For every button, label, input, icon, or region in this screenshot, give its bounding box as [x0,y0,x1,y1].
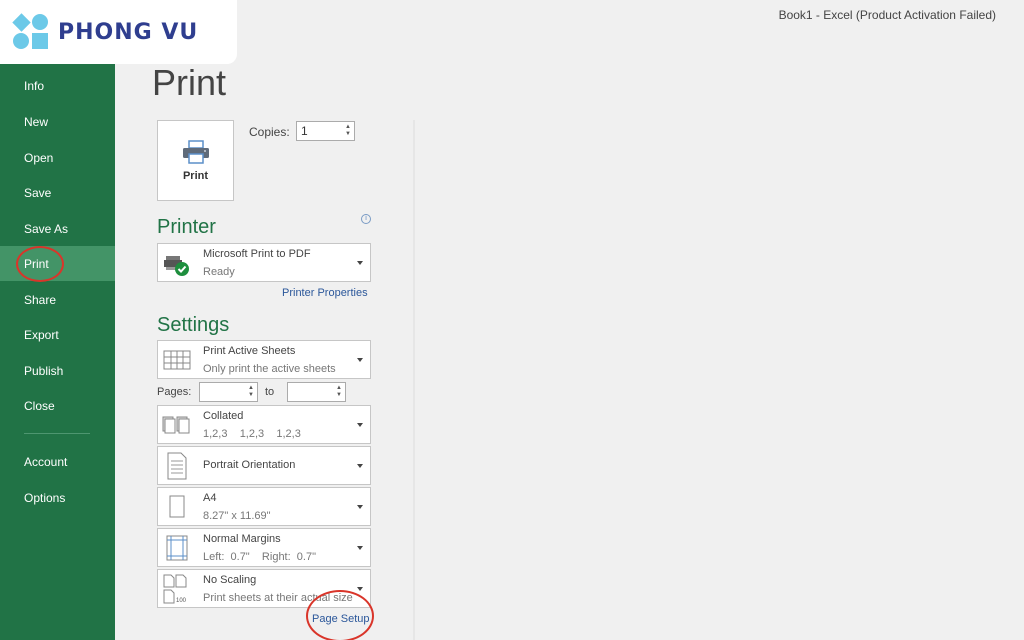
paper-size-dropdown[interactable]: A4 8.27" x 11.69" [157,487,371,526]
window-title: Book1 - Excel (Product Activation Failed… [778,8,996,22]
margins-dropdown[interactable]: Normal Margins Left: 0.7" Right: 0.7" [157,528,371,567]
portrait-page-icon [167,452,187,479]
chevron-down-icon [357,357,363,362]
page-setup-link[interactable]: Page Setup [312,613,370,625]
sidebar-item-save-as[interactable]: Save As [0,211,115,246]
paper-sub: 8.27" x 11.69" [203,510,271,522]
sidebar-item-export[interactable]: Export [0,317,115,352]
sidebar-item-info[interactable]: Info [0,68,115,103]
collation-dropdown[interactable]: Collated 1,2,3 1,2,3 1,2,3 [157,405,371,444]
scaling-dropdown[interactable]: 100 No Scaling Print sheets at their act… [157,569,371,608]
print-what-sub: Only print the active sheets [203,363,336,375]
scaling-icon: 100 [163,574,187,604]
copies-spinner[interactable]: ▲ ▼ [345,124,351,138]
printer-status: Ready [203,266,235,278]
scaling-icon-text: 100 [176,598,187,604]
collation-main: Collated [203,410,244,422]
printer-properties-link[interactable]: Printer Properties [282,287,368,299]
copies-label: Copies: [249,125,290,139]
sidebar-item-open[interactable]: Open [0,140,115,175]
sidebar-item-publish[interactable]: Publish [0,353,115,388]
sheet-grid-icon [163,350,191,369]
chevron-down-icon [357,463,363,468]
page-title: Print [152,62,227,103]
settings-section-title: Settings [157,314,230,336]
print-what-dropdown[interactable]: Print Active Sheets Only print the activ… [157,340,371,379]
copies-input[interactable]: 1 ▲ ▼ [296,121,355,141]
chevron-down-icon [357,422,363,427]
chevron-down-icon [357,586,363,591]
sidebar-item-new[interactable]: New [0,104,115,139]
logo-text: PHONG VU [58,19,199,45]
pages-label: Pages: [157,386,192,398]
chevron-down-icon [357,545,363,550]
orientation-dropdown[interactable]: Portrait Orientation [157,446,371,485]
sidebar-item-close[interactable]: Close [0,388,115,423]
pages-to-label: to [265,386,275,398]
preview-divider [413,120,415,640]
pages-to-input[interactable]: ▲ ▼ [287,382,346,402]
scaling-main: No Scaling [203,574,257,586]
collated-icon [162,416,190,433]
sidebar-item-save[interactable]: Save [0,175,115,210]
logo-mark-icon [12,13,50,51]
paper-main: A4 [203,492,217,504]
pages-from-input[interactable]: ▲ ▼ [199,382,258,402]
pages-to-spinner[interactable]: ▲ ▼ [336,385,342,399]
sidebar-divider [24,433,90,434]
sidebar-item-print[interactable]: Print [0,246,115,281]
printer-name: Microsoft Print to PDF [203,248,311,260]
margins-icon [166,535,188,560]
margins-sub: Left: 0.7" Right: 0.7" [203,551,316,563]
collation-sub: 1,2,3 1,2,3 1,2,3 [203,428,301,440]
margins-main: Normal Margins [203,533,281,545]
pages-from-spinner[interactable]: ▲ ▼ [248,385,254,399]
sidebar-item-share[interactable]: Share [0,282,115,317]
print-button-label: Print [182,169,209,182]
print-button[interactable]: Print [157,120,234,201]
printer-dropdown[interactable]: Microsoft Print to PDF Ready [157,243,371,282]
printer-icon [182,139,209,164]
backstage-sidebar: Info New Open Save Save As Print Share E… [0,64,115,640]
chevron-down-icon [357,504,363,509]
paper-icon [169,495,185,517]
sidebar-item-account[interactable]: Account [0,444,115,479]
sidebar-item-options[interactable]: Options [0,480,115,515]
chevron-down-icon [357,260,363,265]
brand-logo: PHONG VU [0,0,237,64]
printer-section-title: Printer [157,216,216,238]
info-icon[interactable]: i [361,214,371,224]
print-what-main: Print Active Sheets [203,345,296,357]
printer-ready-icon [164,255,189,276]
orientation-main: Portrait Orientation [203,459,296,471]
copies-value: 1 [301,124,308,138]
scaling-sub: Print sheets at their actual size [203,592,353,604]
